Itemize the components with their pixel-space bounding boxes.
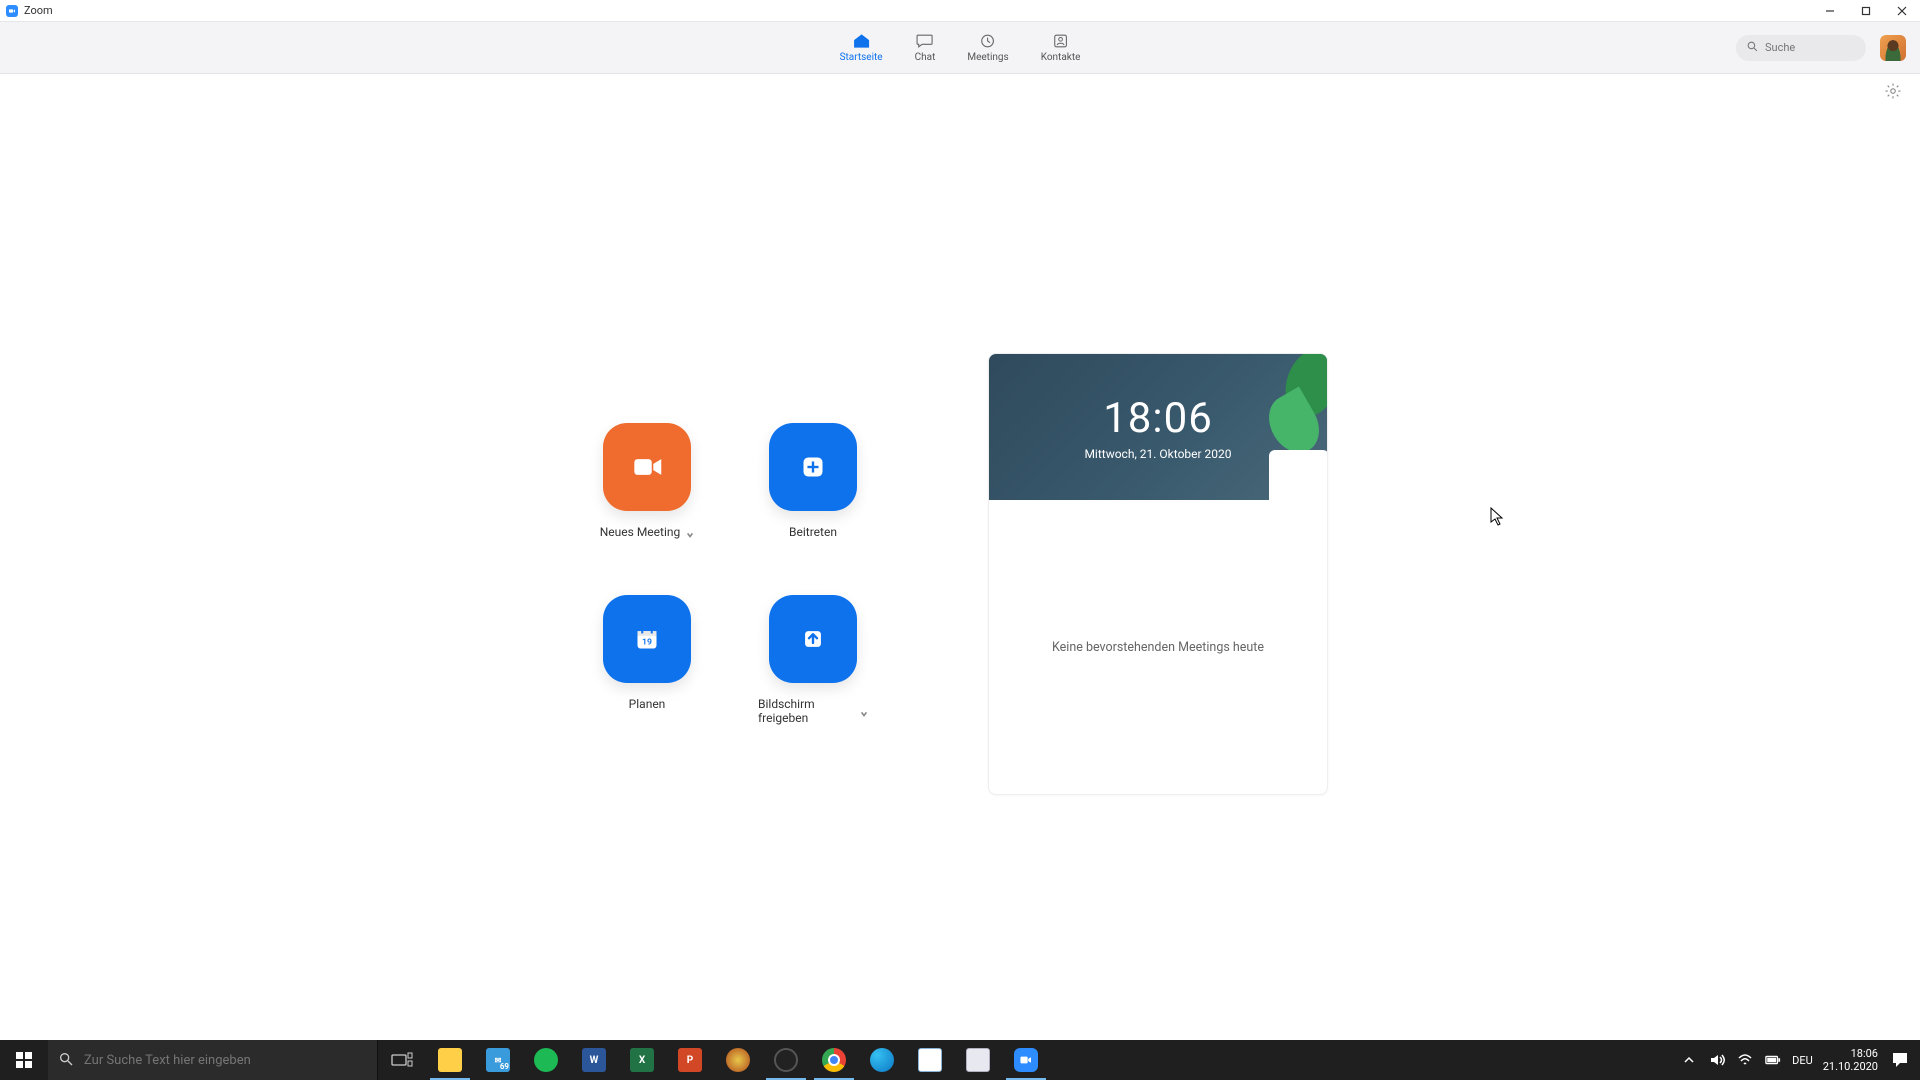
new-meeting-button[interactable]: Neues Meeting — [592, 423, 702, 539]
window-title: Zoom — [24, 4, 53, 17]
tab-meetings[interactable]: Meetings — [965, 28, 1010, 67]
app-icon-1[interactable] — [714, 1040, 762, 1080]
chat-icon — [915, 32, 935, 50]
action-label: Beitreten — [789, 525, 837, 539]
schedule-button[interactable]: 19 Planen — [592, 595, 702, 725]
settings-button[interactable] — [1884, 82, 1902, 100]
excel-icon[interactable]: X — [618, 1040, 666, 1080]
task-view-button[interactable] — [378, 1040, 426, 1080]
chevron-down-icon[interactable] — [860, 707, 868, 715]
file-explorer-icon[interactable] — [426, 1040, 474, 1080]
zoom-app-icon — [6, 5, 18, 17]
window-title-bar: Zoom — [0, 0, 1920, 22]
no-meetings-text: Keine bevorstehenden Meetings heute — [1052, 640, 1264, 655]
svg-text:19: 19 — [642, 638, 652, 648]
spotify-icon[interactable] — [522, 1040, 570, 1080]
volume-icon[interactable] — [1708, 1051, 1726, 1069]
word-icon[interactable]: W — [570, 1040, 618, 1080]
taskbar-clock[interactable]: 18:06 21.10.2020 — [1823, 1047, 1878, 1073]
search-input[interactable] — [1765, 41, 1856, 54]
calendar-panel: 18:06 Mittwoch, 21. Oktober 2020 Keine b… — [988, 353, 1328, 795]
tray-overflow-icon[interactable] — [1680, 1051, 1698, 1069]
tab-label: Kontakte — [1041, 52, 1081, 63]
plus-icon — [769, 423, 857, 511]
taskbar-date: 21.10.2020 — [1823, 1060, 1878, 1073]
tab-home[interactable]: Startseite — [838, 28, 885, 67]
main-content: Neues Meeting Beitreten 19 Planen — [0, 108, 1920, 1040]
tab-contacts[interactable]: Kontakte — [1039, 28, 1083, 67]
search-icon — [58, 1051, 74, 1070]
contacts-icon — [1051, 32, 1071, 50]
video-icon — [603, 423, 691, 511]
sub-toolbar — [0, 74, 1920, 108]
calendar-panel-body: Keine bevorstehenden Meetings heute — [989, 500, 1327, 794]
panel-clock: 18:06 — [1103, 394, 1213, 443]
profile-avatar[interactable] — [1880, 35, 1906, 61]
window-close-button[interactable] — [1884, 0, 1920, 22]
notepad-icon[interactable] — [906, 1040, 954, 1080]
panel-date: Mittwoch, 21. Oktober 2020 — [1084, 447, 1231, 461]
share-screen-button[interactable]: Bildschirm freigeben — [758, 595, 868, 725]
search-icon — [1746, 38, 1759, 57]
clock-icon — [978, 32, 998, 50]
wifi-icon[interactable] — [1736, 1051, 1754, 1069]
windows-taskbar: 69✉ W X P DEU 18:06 21.10.2020 — [0, 1040, 1920, 1080]
tab-label: Chat — [915, 52, 936, 63]
chevron-down-icon[interactable] — [686, 528, 694, 536]
join-button[interactable]: Beitreten — [758, 423, 868, 539]
window-maximize-button[interactable] — [1848, 0, 1884, 22]
mail-icon[interactable]: 69✉ — [474, 1040, 522, 1080]
window-minimize-button[interactable] — [1812, 0, 1848, 22]
start-button[interactable] — [0, 1040, 48, 1080]
share-arrow-icon — [769, 595, 857, 683]
powerpoint-icon[interactable]: P — [666, 1040, 714, 1080]
taskbar-search[interactable] — [48, 1040, 378, 1080]
edge-icon[interactable] — [858, 1040, 906, 1080]
action-label: Bildschirm freigeben — [758, 697, 854, 725]
action-label: Planen — [629, 697, 666, 711]
search-box[interactable] — [1736, 35, 1866, 61]
chrome-icon[interactable] — [810, 1040, 858, 1080]
obs-icon[interactable] — [762, 1040, 810, 1080]
tab-label: Meetings — [967, 52, 1008, 63]
action-center-icon[interactable] — [1888, 1051, 1912, 1069]
action-label: Neues Meeting — [600, 525, 680, 539]
taskbar-time: 18:06 — [1851, 1047, 1878, 1060]
home-icon — [851, 32, 871, 50]
app-icon-2[interactable] — [954, 1040, 1002, 1080]
zoom-taskbar-icon[interactable] — [1002, 1040, 1050, 1080]
plant-decoration — [1257, 354, 1327, 500]
taskbar-search-input[interactable] — [84, 1053, 367, 1068]
calendar-icon: 19 — [603, 595, 691, 683]
action-grid: Neues Meeting Beitreten 19 Planen — [592, 423, 868, 725]
language-indicator[interactable]: DEU — [1792, 1054, 1813, 1067]
battery-icon[interactable] — [1764, 1051, 1782, 1069]
tab-chat[interactable]: Chat — [913, 28, 938, 67]
taskbar-app-icons: 69✉ W X P — [378, 1040, 1050, 1080]
system-tray: DEU 18:06 21.10.2020 — [1680, 1040, 1920, 1080]
calendar-panel-header: 18:06 Mittwoch, 21. Oktober 2020 — [989, 354, 1327, 500]
top-nav: Startseite Chat Meetings Kontakte — [0, 22, 1920, 74]
tab-label: Startseite — [840, 52, 883, 63]
